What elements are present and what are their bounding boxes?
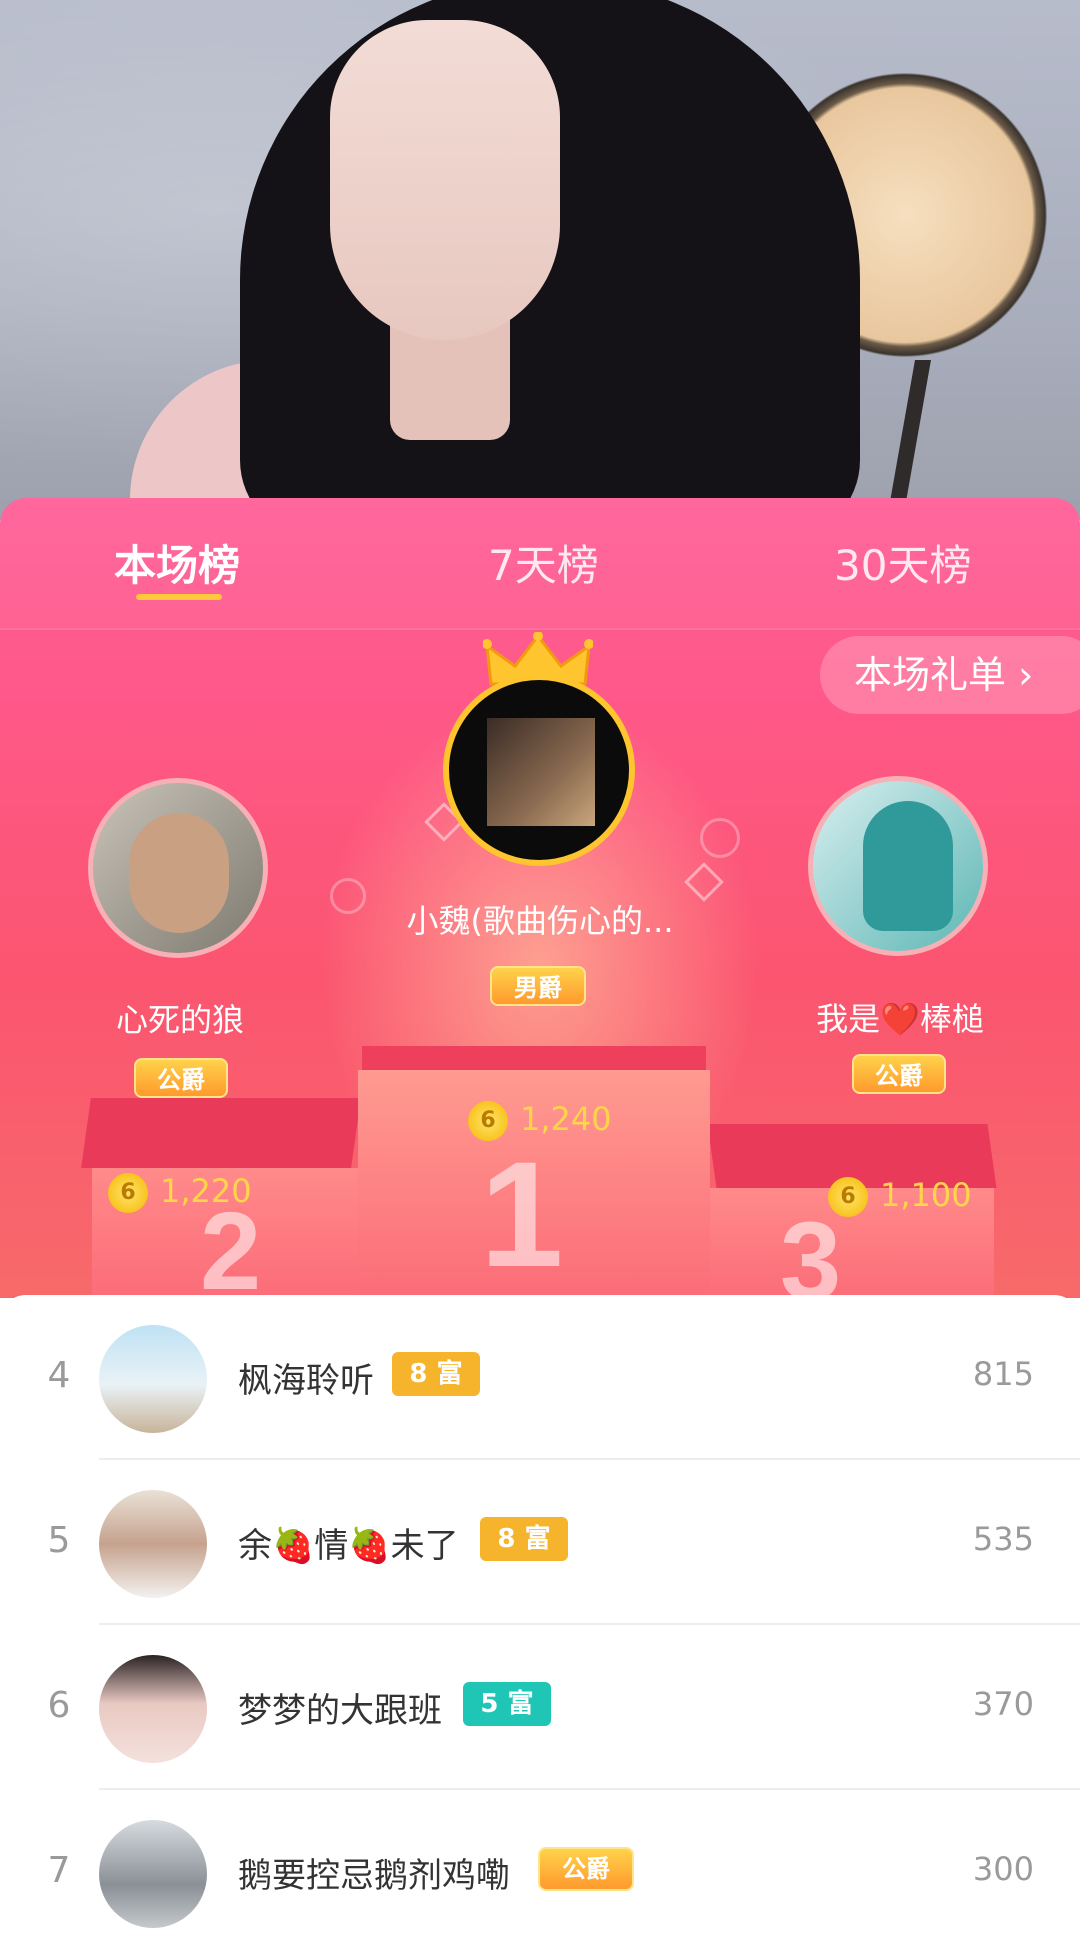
list-item[interactable]: 6 梦梦的大跟班 5 富 370 (0, 1625, 1080, 1790)
coin-icon: 6 (468, 1101, 508, 1141)
rank-number: 4 (47, 1355, 71, 1396)
ranking-panel: 本场榜 7天榜 30天榜 本场礼单 › 2 3 1 小魏(歌曲伤心的... 男爵… (0, 498, 1080, 1298)
ranking-tabs: 本场榜 7天榜 30天榜 (0, 498, 1080, 628)
ranking-list: 4 枫海聆听 8 富 815 5 余🍓情🍓未了 8 富 535 6 梦梦的大跟班… (0, 1295, 1080, 1935)
user-name: 枫海聆听 (238, 1361, 374, 1401)
third-place-name: 我是❤️棒槌 (816, 1000, 984, 1038)
live-video (0, 0, 1080, 520)
user-score: 535 (972, 1520, 1034, 1558)
avatar (99, 1655, 207, 1763)
user-name: 鹅要控忌鹅剂鸡嘞 (238, 1856, 510, 1896)
first-place-name: 小魏(歌曲伤心的... (406, 902, 674, 940)
active-tab-indicator (136, 594, 222, 600)
rank-number: 6 (47, 1685, 71, 1726)
gift-list-button[interactable]: 本场礼单 › (820, 636, 1080, 714)
rank-number: 7 (47, 1850, 71, 1891)
avatar (99, 1490, 207, 1598)
list-item[interactable]: 7 鹅要控忌鹅剂鸡嘞 公爵 300 (0, 1790, 1080, 1955)
list-item[interactable]: 4 枫海聆听 8 富 815 (0, 1295, 1080, 1460)
third-place-score: 6 1,100 (828, 1172, 972, 1218)
user-name: 梦梦的大跟班 (238, 1691, 442, 1731)
first-place-avatar[interactable] (443, 674, 635, 866)
level-badge: 8 富 (480, 1517, 568, 1561)
third-place-avatar[interactable] (808, 776, 988, 956)
user-name: 余🍓情🍓未了 (238, 1526, 459, 1566)
list-item[interactable]: 5 余🍓情🍓未了 8 富 535 (0, 1460, 1080, 1625)
second-place-name: 心死的狼 (115, 1001, 244, 1039)
level-badge: 公爵 (538, 1847, 634, 1891)
second-place-badge: 公爵 (134, 1058, 228, 1098)
coin-icon: 6 (828, 1177, 868, 1217)
coin-icon: 6 (108, 1173, 148, 1213)
second-place-score: 6 1,220 (108, 1168, 252, 1214)
rank-number: 5 (47, 1520, 71, 1561)
user-score: 300 (972, 1850, 1034, 1888)
first-place-score: 6 1,240 (468, 1096, 612, 1142)
tabs-divider (0, 628, 1080, 630)
tab-7-days[interactable]: 7天榜 (488, 532, 599, 593)
tab-current-show[interactable]: 本场榜 (114, 532, 240, 593)
streamer-face (330, 20, 560, 340)
second-place-avatar[interactable] (88, 778, 268, 958)
third-place-badge: 公爵 (852, 1054, 946, 1094)
level-badge: 8 富 (392, 1352, 480, 1396)
level-badge: 5 富 (463, 1682, 551, 1726)
first-place-badge: 男爵 (490, 966, 586, 1006)
tab-30-days[interactable]: 30天榜 (834, 532, 971, 593)
user-score: 370 (972, 1685, 1034, 1723)
avatar (99, 1325, 207, 1433)
avatar (99, 1820, 207, 1928)
second-place-score-value: 1,220 (160, 1172, 252, 1210)
user-score: 815 (972, 1355, 1034, 1393)
first-place-score-value: 1,240 (520, 1100, 612, 1138)
third-place-score-value: 1,100 (880, 1176, 972, 1214)
